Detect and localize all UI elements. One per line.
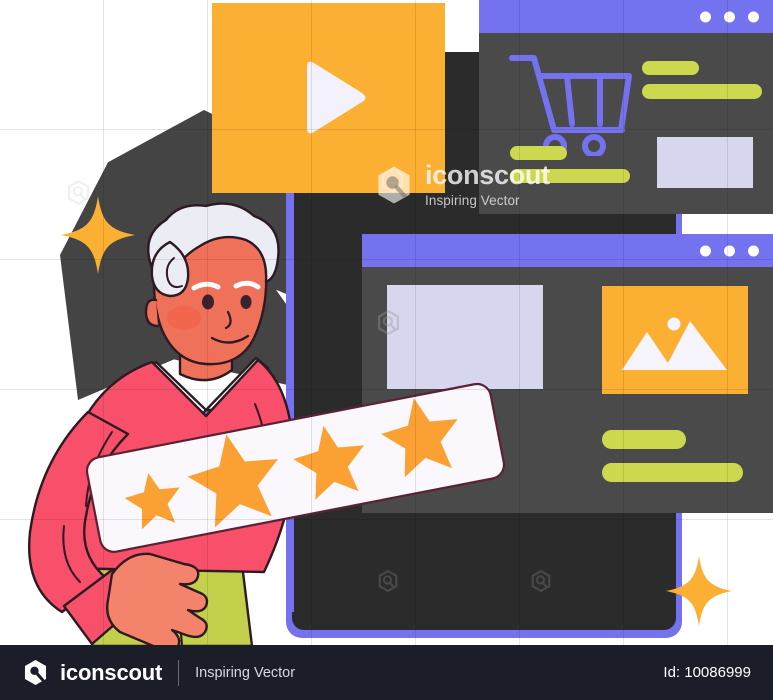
footer-bar: iconscout Inspiring Vector Id: 10086999	[0, 645, 773, 700]
window-dot-2[interactable]	[724, 245, 735, 256]
iconscout-watermark-icon	[376, 310, 401, 335]
media-window-titlebar[interactable]	[362, 234, 773, 267]
sparkle-left	[61, 196, 135, 274]
iconscout-logo-icon	[22, 659, 49, 686]
iconscout-watermark-icon	[66, 180, 91, 205]
text-bar-short-1	[642, 61, 699, 75]
iconscout-watermark-icon	[530, 570, 552, 592]
window-dot-3[interactable]	[748, 11, 759, 22]
shopping-window-titlebar[interactable]	[479, 0, 773, 33]
text-bar-long-2	[510, 169, 630, 183]
mountain-photo-icon	[622, 317, 727, 370]
play-icon[interactable]	[286, 55, 372, 141]
footer-tagline: Inspiring Vector	[195, 664, 296, 681]
video-preview-card[interactable]	[212, 3, 445, 193]
window-controls[interactable]	[700, 11, 759, 22]
rating-card-surface	[85, 382, 506, 553]
sparkle-bottom-right	[666, 556, 732, 626]
iconscout-watermark-icon	[380, 168, 405, 193]
window-dot-1[interactable]	[700, 245, 711, 256]
window-dot-1[interactable]	[700, 11, 711, 22]
footer-divider	[178, 659, 180, 686]
text-bar-long-1	[642, 84, 762, 99]
content-placeholder	[387, 285, 543, 389]
shopping-cart-icon	[508, 51, 633, 156]
text-bar-short-2	[510, 146, 567, 160]
shopping-window-body	[479, 33, 773, 214]
image-placeholder	[657, 137, 753, 188]
iconscout-watermark-icon	[377, 570, 399, 592]
text-bar-long	[602, 463, 743, 482]
footer-asset-id: Id: 10086999	[663, 664, 751, 681]
star-rating-card[interactable]	[85, 382, 506, 553]
illustration-canvas: iconscout Inspiring Vector iconscout Ins…	[0, 0, 773, 700]
footer-brand: iconscout	[60, 659, 163, 685]
text-bar-short	[602, 430, 686, 449]
window-dot-2[interactable]	[724, 11, 735, 22]
window-controls[interactable]	[700, 245, 759, 256]
image-thumbnail-card	[602, 286, 748, 394]
shopping-window[interactable]	[479, 0, 773, 214]
window-dot-3[interactable]	[748, 245, 759, 256]
